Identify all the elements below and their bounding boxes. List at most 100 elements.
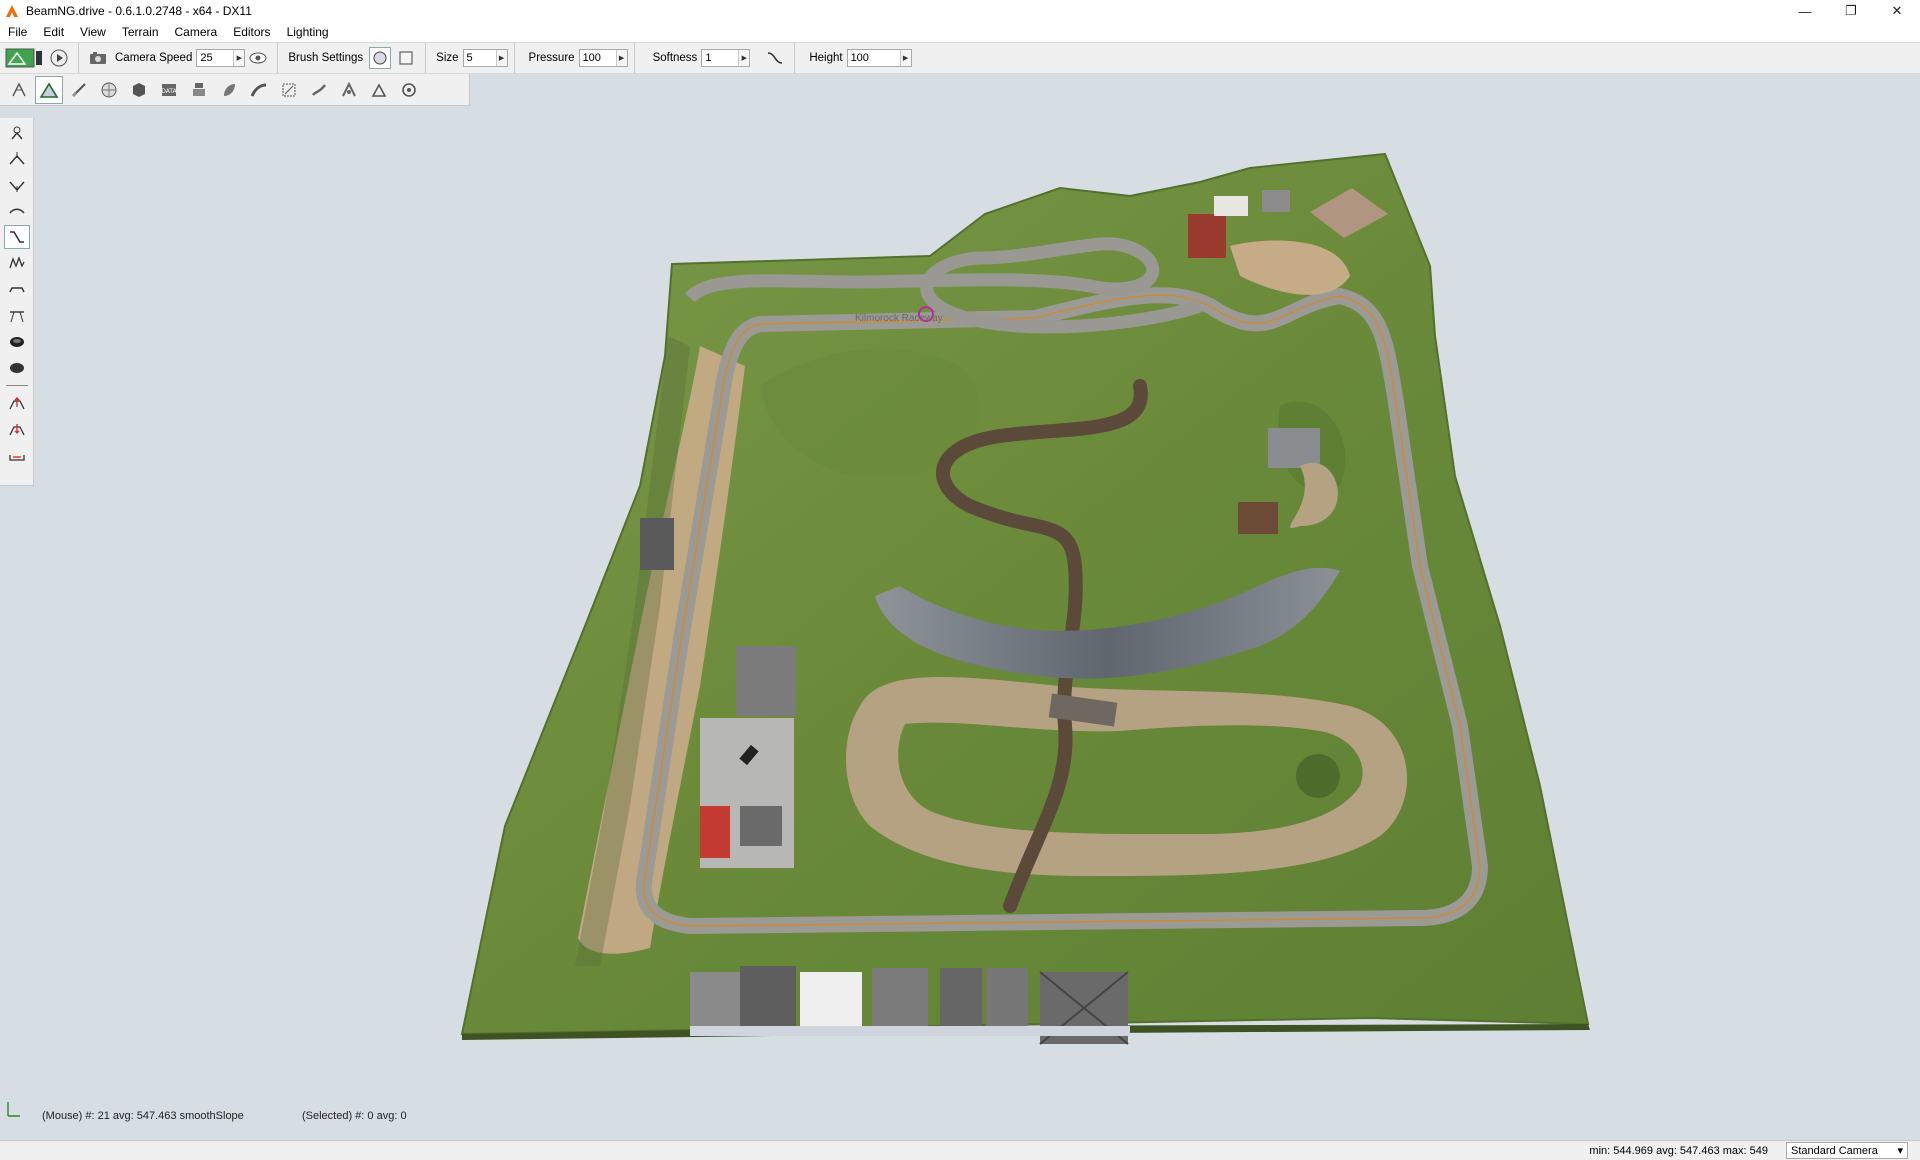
alter-height-up-icon[interactable] [4,392,30,416]
material-editor-icon[interactable] [95,76,123,104]
menu-file[interactable]: File [0,25,35,39]
terrain-view[interactable]: Kilmorock Raceway [0,106,1920,1140]
road-label: Kilmorock Raceway [855,313,943,324]
editor-mode-toolbar: DATA [0,74,470,106]
size-label: Size [436,52,459,64]
menu-bar: File Edit View Terrain Camera Editors Li… [0,22,1920,42]
chevron-down-icon: ▾ [1897,1145,1903,1157]
red-garage [700,806,730,858]
size-input[interactable] [463,50,496,66]
pit-building-small [740,806,782,846]
main-toolbar: Camera Speed ▶ Brush Settings Size ▶ Pre… [0,42,1920,74]
terrain-editor-icon[interactable] [35,75,63,104]
restore-button[interactable]: ❐ [1828,0,1874,22]
terrain-tools-palette [0,118,34,486]
title-bar: BeamNG.drive - 0.6.1.0.2748 - x64 - DX11… [0,0,1920,22]
chevron-right-icon[interactable]: ▶ [233,50,245,66]
square-brush-icon[interactable] [395,47,417,69]
brush-settings-label: Brush Settings [288,52,364,64]
pressure-stepper[interactable]: ▶ [578,49,628,67]
ramp-left [640,518,674,570]
menu-edit[interactable]: Edit [35,25,72,39]
smooth-icon[interactable] [4,199,30,223]
softness-stepper[interactable]: ▶ [701,49,751,67]
height-input[interactable] [847,50,900,66]
axis-gizmo [7,1102,20,1117]
river-editor-icon[interactable] [305,76,333,104]
softness-label: Softness [652,52,698,64]
selected-readout: (Selected) #: 0 avg: 0 [302,1110,407,1122]
garage-1 [690,972,740,1026]
red-barn [1188,214,1226,258]
data-editor-icon[interactable]: DATA [155,76,183,104]
select-tool-icon[interactable] [4,121,30,145]
minimize-button[interactable]: — [1782,0,1828,22]
lower-height-icon[interactable] [4,173,30,197]
camera-icon[interactable] [87,47,109,69]
3d-viewport[interactable]: Kilmorock Raceway [0,106,1920,1140]
decal-editor-icon[interactable] [185,76,213,104]
mesh-road-editor-icon[interactable] [275,76,303,104]
garage-roof-strip [690,1026,1130,1036]
garage-3 [800,972,862,1026]
chevron-right-icon[interactable]: ▶ [738,50,750,66]
circle-brush-icon[interactable] [369,47,392,69]
camera-speed-stepper[interactable]: ▶ [196,49,246,67]
set-empty-icon[interactable] [4,329,30,353]
paint-noise-icon[interactable] [4,251,30,275]
svg-text:DATA: DATA [161,88,177,95]
softness-curve-icon[interactable] [764,47,786,69]
clear-empty-icon[interactable] [4,355,30,379]
brown-hut [1238,502,1278,534]
pressure-label: Pressure [528,52,575,64]
object-editor-icon[interactable] [5,76,33,104]
pressure-input[interactable] [579,50,616,66]
chevron-right-icon[interactable]: ▶ [495,50,507,66]
garage-4 [872,968,928,1026]
datablock-editor-icon[interactable] [125,76,153,104]
adjust-range-icon[interactable] [4,444,30,468]
terrain-painter-icon[interactable] [65,76,93,104]
grey-house [1268,428,1320,468]
mouse-readout: (Mouse) #: 21 avg: 547.463 smoothSlope [42,1110,244,1122]
eye-icon[interactable] [247,47,269,69]
status-bar: min: 544.969 avg: 547.463 max: 549 Stand… [0,1140,1920,1160]
close-button[interactable]: ✕ [1874,0,1920,22]
smooth-slope-icon[interactable] [3,225,30,249]
height-label: Height [809,52,843,64]
camera-speed-input[interactable] [197,50,234,66]
forest-editor-icon[interactable] [215,76,243,104]
menu-view[interactable]: View [72,25,114,39]
menu-editors[interactable]: Editors [225,25,278,39]
set-height-icon[interactable] [4,303,30,327]
separator [5,385,28,386]
garage-5 [940,968,982,1026]
pit-building-top [736,646,796,716]
menu-camera[interactable]: Camera [167,25,226,39]
world-editor-icon[interactable] [4,47,44,69]
grey-shed [1262,190,1290,212]
navmesh-editor-icon[interactable] [335,76,363,104]
beamng-icon [6,5,18,17]
raise-height-icon[interactable] [4,147,30,171]
size-stepper[interactable]: ▶ [462,49,508,67]
shape-editor-icon[interactable] [365,76,393,104]
menu-terrain[interactable]: Terrain [114,25,167,39]
softness-input[interactable] [702,50,739,66]
menu-lighting[interactable]: Lighting [279,25,337,39]
white-shed [1214,196,1248,216]
garage-2 [740,966,796,1026]
chevron-right-icon[interactable]: ▶ [899,50,911,66]
play-icon[interactable] [48,47,70,69]
road-editor-icon[interactable] [245,76,273,104]
chevron-right-icon[interactable]: ▶ [615,50,627,66]
garage-6 [986,968,1028,1026]
height-stats: min: 544.969 avg: 547.463 max: 549 [1589,1144,1768,1157]
camera-mode-select[interactable]: Standard Camera ▾ [1786,1142,1908,1159]
flatten-icon[interactable] [4,277,30,301]
window-title: BeamNG.drive - 0.6.1.0.2748 - x64 - DX11 [26,4,252,18]
alter-height-down-icon[interactable] [4,418,30,442]
camera-mode-value: Standard Camera [1791,1144,1878,1157]
height-stepper[interactable]: ▶ [846,49,912,67]
particle-editor-icon[interactable] [395,76,423,104]
